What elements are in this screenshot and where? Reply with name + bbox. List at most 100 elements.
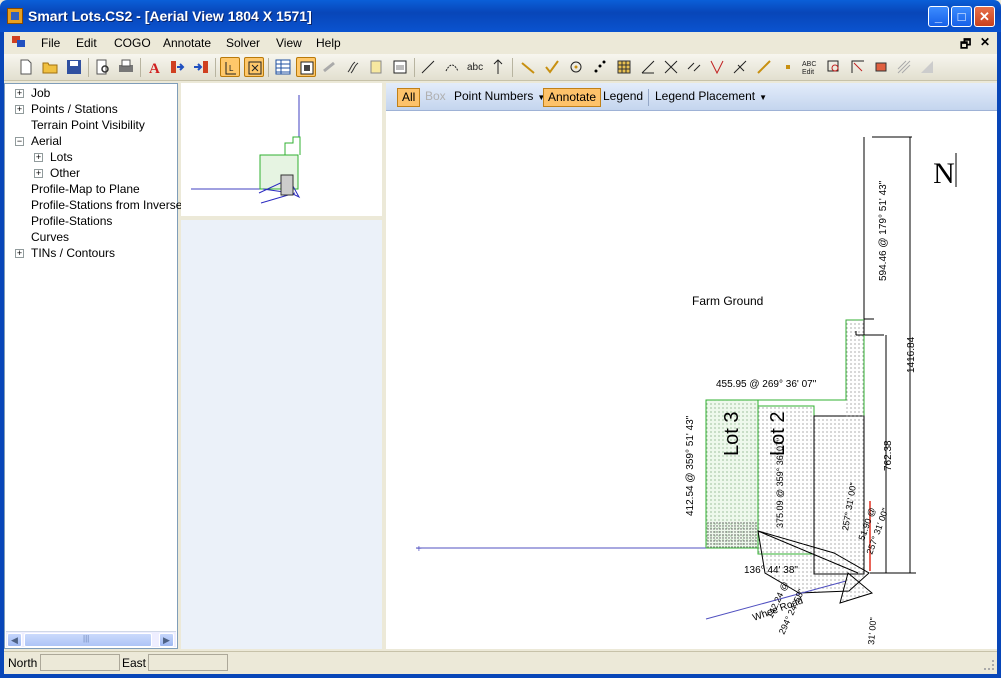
slope-icon[interactable] (917, 57, 937, 77)
legend-placement-dropdown[interactable]: Legend Placement ▼ (651, 88, 771, 107)
new-file-icon[interactable] (16, 57, 36, 77)
legend-placement-label: Legend Placement (655, 89, 756, 103)
expand-tins-icon[interactable]: + (15, 249, 24, 258)
grid-icon[interactable] (614, 57, 634, 77)
intersect-icon[interactable] (661, 57, 681, 77)
angle-icon[interactable] (638, 57, 658, 77)
lot2-label: Lot 2 (767, 412, 789, 456)
notes-icon[interactable] (366, 57, 386, 77)
print-icon[interactable] (116, 57, 136, 77)
expand-lots-icon[interactable]: + (34, 153, 43, 162)
main-toolbar: A L abc ABC Edit (4, 54, 997, 81)
legend-button[interactable]: Legend (599, 88, 647, 107)
app-icon[interactable] (7, 8, 23, 24)
open-folder-icon[interactable] (40, 57, 60, 77)
expand-job-icon[interactable]: + (15, 89, 24, 98)
road-lower-label: 31' 00" (866, 617, 878, 645)
resize-grip-icon[interactable] (984, 660, 994, 670)
north-label: North (8, 656, 38, 670)
line-tool-icon[interactable] (418, 57, 438, 77)
points-icon[interactable] (590, 57, 610, 77)
tree-item-aerial[interactable]: Aerial (31, 134, 62, 148)
perpendicular-icon[interactable] (730, 57, 750, 77)
text-style-icon[interactable]: A (145, 57, 165, 77)
text-abc-icon[interactable]: abc (465, 57, 485, 77)
site-plan-drawing: N + Farm Ground 455.95 @ 269° 36' 07" 59… (416, 136, 957, 645)
menu-view[interactable]: View (276, 36, 302, 50)
abc-edit-icon[interactable]: ABC Edit (800, 57, 820, 77)
toolbar-separator (215, 58, 216, 77)
table-icon[interactable] (273, 57, 293, 77)
point-numbers-dropdown[interactable]: Point Numbers ▼ (450, 88, 549, 107)
hatch-icon[interactable] (894, 57, 914, 77)
measure-icon[interactable] (518, 57, 538, 77)
menu-help[interactable]: Help (316, 36, 341, 50)
menu-edit[interactable]: Edit (76, 36, 97, 50)
north-arrow-icon[interactable] (488, 57, 508, 77)
scroll-left-icon[interactable]: ◀ (7, 633, 22, 647)
north-arrow-icon: N (933, 157, 955, 190)
menu-file[interactable]: File (41, 36, 60, 50)
collapse-aerial-icon[interactable]: − (15, 137, 24, 146)
aerial-view-icon[interactable] (296, 57, 316, 77)
menu-annotate[interactable]: Annotate (163, 36, 211, 50)
tree-item-profile-inverse[interactable]: Profile-Stations from Inverse (31, 198, 182, 212)
curve-tool-icon[interactable] (442, 57, 462, 77)
mdi-restore-button[interactable]: 🗗 (960, 35, 971, 56)
tree-item-points-stations[interactable]: Points / Stations (31, 102, 118, 116)
annotate-button[interactable]: Annotate (543, 88, 602, 107)
aerial-preview-pane[interactable] (181, 83, 382, 216)
menu-bar: File Edit COGO Annotate Solver View Help… (4, 32, 997, 54)
svg-text:ABC: ABC (802, 61, 816, 68)
eraser-icon[interactable] (871, 57, 891, 77)
offset-icon[interactable] (684, 57, 704, 77)
tree-horizontal-scrollbar[interactable]: ◀ ||| ▶ (6, 631, 176, 647)
tree-item-profile-map[interactable]: Profile-Map to Plane (31, 182, 140, 196)
corner-icon[interactable] (848, 57, 868, 77)
extend-icon[interactable] (754, 57, 774, 77)
contour-icon[interactable] (343, 57, 363, 77)
minimize-button[interactable]: _ (928, 6, 949, 27)
tree-item-job[interactable]: Job (31, 86, 50, 100)
scroll-thumb[interactable]: ||| (24, 633, 152, 647)
all-button[interactable]: All (397, 88, 421, 107)
point-numbers-label: Point Numbers (454, 89, 534, 103)
maximize-button[interactable]: □ (951, 6, 972, 27)
dimension-762: 762.38 (883, 440, 894, 471)
save-icon[interactable] (64, 57, 84, 77)
mdi-close-button[interactable]: ✕ (980, 35, 990, 49)
zoom-window-icon[interactable] (824, 57, 844, 77)
zoom-extents-icon[interactable] (244, 57, 264, 77)
tree-item-curves[interactable]: Curves (31, 230, 69, 244)
tree-item-other[interactable]: Other (50, 166, 80, 180)
menu-solver[interactable]: Solver (226, 36, 260, 50)
check-line-icon[interactable] (542, 57, 562, 77)
mdi-window-icon[interactable] (12, 36, 26, 48)
pan-hand-icon[interactable] (320, 57, 340, 77)
expand-other-icon[interactable]: + (34, 169, 43, 178)
window-icon[interactable] (390, 57, 410, 77)
circle-point-icon[interactable] (566, 57, 586, 77)
project-tree: + Job + Points / Stations Terrain Point … (4, 83, 182, 649)
tree-item-terrain-visibility[interactable]: Terrain Point Visibility (31, 118, 145, 132)
bisect-icon[interactable] (707, 57, 727, 77)
aerial-map-canvas[interactable]: N + Farm Ground 455.95 @ 269° 36' 07" 59… (386, 111, 997, 649)
lot-tool-icon[interactable]: L (220, 57, 240, 77)
box-button[interactable]: Box (421, 88, 450, 107)
tree-item-tins-contours[interactable]: TINs / Contours (31, 246, 115, 260)
window-title: Smart Lots.CS2 - [Aerial View 1804 X 157… (28, 8, 312, 24)
import-arrow-icon[interactable] (191, 57, 211, 77)
export-arrow-icon[interactable] (168, 57, 188, 77)
expand-points-icon[interactable]: + (15, 105, 24, 114)
print-preview-icon[interactable] (93, 57, 113, 77)
point-dot-icon[interactable] (778, 57, 798, 77)
tree-item-lots[interactable]: Lots (50, 150, 73, 164)
title-bar: Smart Lots.CS2 - [Aerial View 1804 X 157… (0, 0, 1001, 32)
tree-item-profile-stations[interactable]: Profile-Stations (31, 214, 112, 228)
menu-cogo[interactable]: COGO (114, 36, 151, 50)
farm-ground-label: Farm Ground (692, 294, 763, 308)
scroll-right-icon[interactable]: ▶ (159, 633, 174, 647)
svg-text:+: + (416, 544, 422, 555)
toolbar-separator (648, 89, 649, 106)
close-button[interactable]: ✕ (974, 6, 995, 27)
